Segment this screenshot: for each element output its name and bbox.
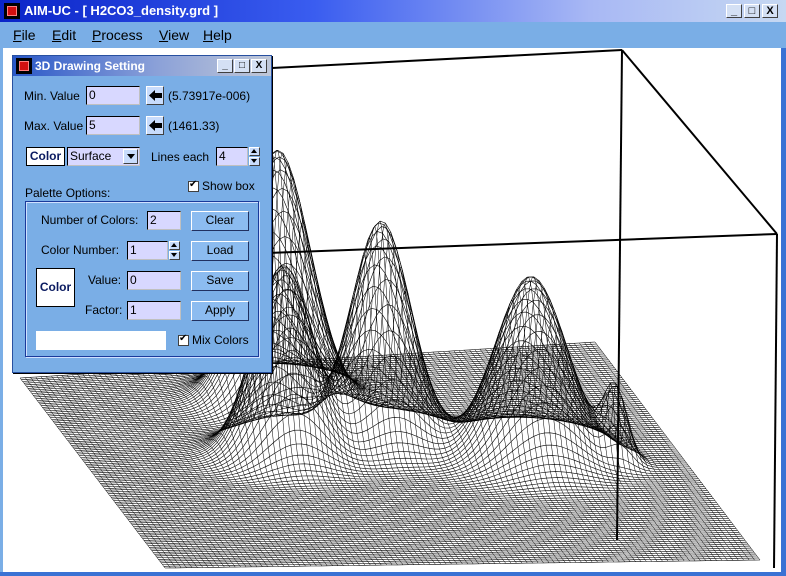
palette-options-group: Number of Colors: 2 Clear Color Number: … [25, 201, 259, 357]
min-value-label: Min. Value [24, 89, 80, 103]
spin-down-icon[interactable] [169, 251, 180, 260]
bounding-box-edge [621, 49, 778, 235]
palette-preview-bar [36, 331, 166, 350]
min-value-input[interactable]: 0 [86, 86, 140, 105]
lines-each-input[interactable]: 4 [216, 147, 248, 166]
app-cube-icon [16, 58, 32, 74]
max-data-value: (1461.33) [168, 119, 220, 133]
apply-button[interactable]: Apply [191, 301, 249, 321]
window-frame-right [781, 48, 786, 576]
bounding-box-edge [773, 233, 778, 569]
arrow-left-icon [149, 120, 162, 131]
color-number-spinner[interactable] [169, 241, 180, 260]
drawing-setting-dialog: 3D Drawing Setting _ □ X Min. Value 0 (5… [12, 55, 272, 373]
window-title: AIM-UC - [ H2CO3_density.grd ] [24, 3, 219, 18]
max-value-input[interactable]: 5 [86, 116, 140, 135]
dialog-title-bar[interactable]: 3D Drawing Setting _ □ X [13, 56, 271, 76]
load-button[interactable]: Load [191, 241, 249, 261]
menu-view[interactable]: View [159, 27, 189, 43]
max-value-set-button[interactable] [146, 116, 164, 135]
max-value-label: Max. Value [24, 119, 84, 133]
min-value-set-button[interactable] [146, 86, 164, 105]
menu-file[interactable]: File [13, 27, 36, 43]
number-of-colors-label: Number of Colors: [41, 213, 139, 227]
color-number-label: Color Number: [41, 243, 120, 257]
spin-up-icon[interactable] [169, 241, 180, 250]
maximize-button[interactable]: □ [744, 4, 760, 18]
number-of-colors-input[interactable]: 2 [147, 211, 181, 230]
close-button[interactable]: X [762, 4, 778, 18]
spin-up-icon[interactable] [249, 147, 260, 156]
clear-button[interactable]: Clear [191, 211, 249, 231]
palette-options-title: Palette Options: [25, 186, 111, 200]
title-bar: AIM-UC - [ H2CO3_density.grd ] _ □ X [0, 0, 786, 22]
menu-bar: File Edit Process View Help [0, 22, 786, 48]
show-box-checkbox[interactable] [188, 179, 199, 192]
dialog-title: 3D Drawing Setting [35, 59, 146, 73]
dialog-maximize-button[interactable]: □ [234, 59, 250, 73]
save-button[interactable]: Save [191, 271, 249, 291]
arrow-left-icon [149, 90, 162, 101]
render-mode-value: Surface [70, 149, 112, 163]
window-frame-bottom [0, 572, 786, 576]
window-frame-left [0, 48, 3, 576]
dialog-close-button[interactable]: X [251, 59, 267, 73]
show-box-label: Show box [202, 179, 255, 193]
dialog-minimize-button[interactable]: _ [217, 59, 233, 73]
mix-colors-checkbox[interactable] [178, 333, 189, 346]
bounding-box-edge [271, 49, 623, 69]
lines-each-label: Lines each [151, 150, 210, 164]
spin-down-icon[interactable] [249, 157, 260, 166]
color-button[interactable]: Color [26, 147, 65, 166]
render-mode-select[interactable]: Surface [67, 147, 140, 166]
menu-process[interactable]: Process [92, 27, 143, 43]
app-cube-icon [4, 3, 20, 19]
value-label: Value: [88, 273, 122, 287]
min-data-value: (5.73917e-006) [168, 89, 251, 103]
mix-colors-label: Mix Colors [192, 333, 249, 347]
menu-edit[interactable]: Edit [52, 27, 76, 43]
color-number-input[interactable]: 1 [127, 241, 168, 260]
factor-input[interactable]: 1 [127, 301, 181, 320]
factor-label: Factor: [85, 303, 123, 317]
palette-value-input[interactable]: 0 [127, 271, 181, 290]
menu-help[interactable]: Help [203, 27, 232, 43]
palette-color-swatch[interactable]: Color [36, 268, 75, 307]
minimize-button[interactable]: _ [726, 4, 742, 18]
lines-each-spinner[interactable] [249, 147, 260, 166]
chevron-down-icon[interactable] [123, 149, 138, 164]
